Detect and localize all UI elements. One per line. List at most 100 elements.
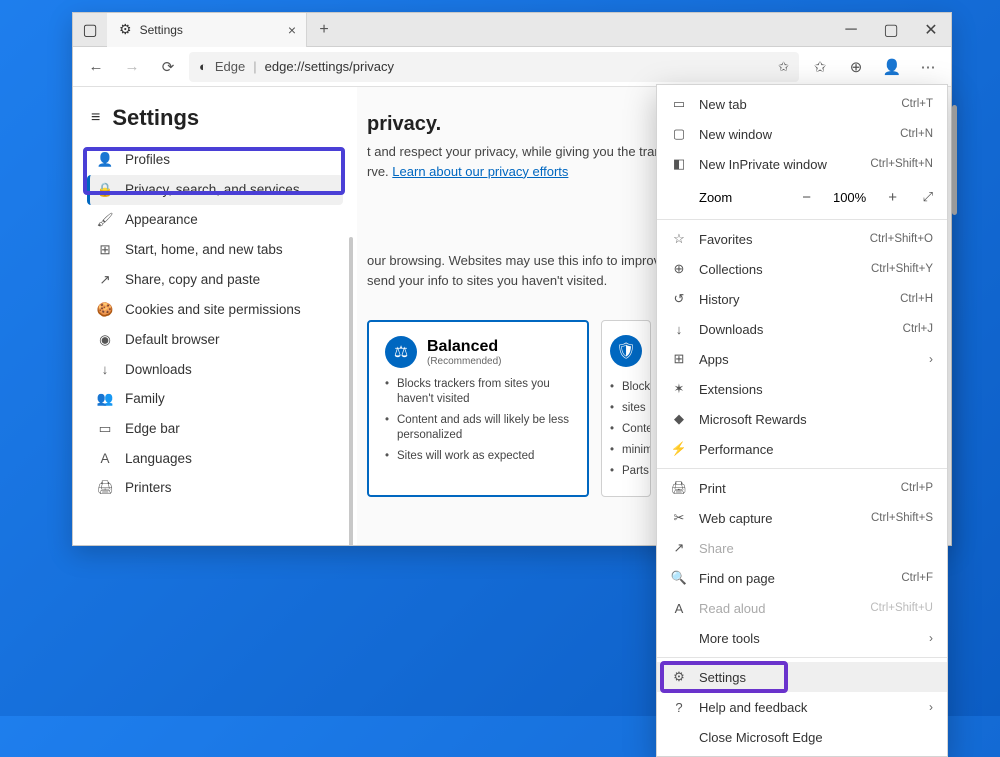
menu-item-icon: ◆ — [671, 411, 687, 427]
sidebar-item-edge-bar[interactable]: ▭Edge bar — [87, 414, 343, 444]
menu-item-apps[interactable]: ⊞Apps› — [657, 344, 947, 374]
sidebar-item-start-home-and-new-tabs[interactable]: ⊞Start, home, and new tabs — [87, 235, 343, 265]
close-window-button[interactable]: ✕ — [911, 13, 951, 47]
maximize-button[interactable]: ▢ — [871, 13, 911, 47]
nav-label: Downloads — [125, 362, 192, 377]
privacy-efforts-link[interactable]: Learn about our privacy efforts — [392, 164, 568, 179]
menu-item-icon: A — [671, 601, 687, 616]
fullscreen-icon[interactable]: ⤢ — [923, 189, 933, 205]
card-point: minim — [610, 440, 642, 461]
tab-actions-icon[interactable]: ▢ — [73, 20, 107, 40]
menu-item-find-on-page[interactable]: 🔍Find on pageCtrl+F — [657, 563, 947, 593]
sidebar-item-privacy-search-and-services[interactable]: 🔒Privacy, search, and services — [87, 175, 343, 205]
nav-icon: 🖨 — [97, 480, 113, 496]
forward-button: → — [117, 52, 147, 82]
sidebar-item-default-browser[interactable]: ◉Default browser — [87, 325, 343, 355]
sidebar-item-languages[interactable]: ALanguages — [87, 444, 343, 473]
menu-item-collections[interactable]: ⊕CollectionsCtrl+Shift+Y — [657, 254, 947, 284]
menu-item-label: Web capture — [699, 511, 772, 526]
menu-item-label: More tools — [699, 631, 760, 646]
menu-item-help-and-feedback[interactable]: ?Help and feedback› — [657, 692, 947, 722]
menu-shortcut: Ctrl+P — [901, 482, 933, 494]
menu-item-icon: ✂ — [671, 510, 687, 526]
nav-icon: ▭ — [97, 421, 113, 437]
menu-item-icon: ▭ — [671, 96, 687, 112]
sidebar-scrollbar[interactable] — [349, 237, 353, 545]
collections-icon[interactable]: ⊕ — [841, 52, 871, 82]
menu-item-new-inprivate-window[interactable]: ◧New InPrivate windowCtrl+Shift+N — [657, 149, 947, 179]
profile-avatar[interactable]: 👤 — [877, 52, 907, 82]
tracking-card-strict[interactable]: 🛡 BlocksitesConteminimParts — [601, 320, 651, 497]
menu-item-label: Close Microsoft Edge — [699, 730, 823, 745]
menu-item-icon: ↗ — [671, 540, 687, 556]
back-button[interactable]: ← — [81, 52, 111, 82]
nav-icon: 🍪 — [97, 302, 113, 318]
menu-item-extensions[interactable]: ✶Extensions — [657, 374, 947, 404]
menu-item-label: Print — [699, 481, 726, 496]
new-tab-button[interactable]: + — [307, 21, 341, 39]
sidebar-item-downloads[interactable]: ↓Downloads — [87, 355, 343, 384]
zoom-out-button[interactable]: − — [795, 189, 819, 206]
menu-item-label: Share — [699, 541, 734, 556]
menu-shortcut: Ctrl+H — [900, 293, 933, 305]
menu-item-history[interactable]: ↺HistoryCtrl+H — [657, 284, 947, 314]
nav-label: Printers — [125, 480, 172, 495]
favorites-icon[interactable]: ✩ — [805, 52, 835, 82]
menu-item-new-window[interactable]: ▢New windowCtrl+N — [657, 119, 947, 149]
menu-item-web-capture[interactable]: ✂ Web capture Ctrl+Shift+S — [657, 503, 947, 533]
nav-icon: 👥 — [97, 391, 113, 407]
menu-scrollbar[interactable] — [952, 105, 957, 215]
menu-separator — [657, 657, 947, 658]
hamburger-icon[interactable]: ≡ — [91, 109, 100, 127]
menu-item-icon: ⊞ — [671, 351, 687, 367]
sidebar-item-appearance[interactable]: 🖌Appearance — [87, 205, 343, 235]
sidebar-item-profiles[interactable]: 👤Profiles — [87, 145, 343, 175]
close-tab-icon[interactable]: × — [288, 22, 296, 38]
menu-shortcut: Ctrl+N — [900, 128, 933, 140]
sidebar-item-printers[interactable]: 🖨 Printers — [87, 473, 343, 503]
sidebar-item-share-copy-and-paste[interactable]: ↗Share, copy and paste — [87, 265, 343, 295]
nav-icon: ◉ — [97, 332, 113, 348]
menu-item-favorites[interactable]: ☆FavoritesCtrl+Shift+O — [657, 224, 947, 254]
sidebar-item-cookies-and-site-permissions[interactable]: 🍪Cookies and site permissions — [87, 295, 343, 325]
menu-item-microsoft-rewards[interactable]: ◆Microsoft Rewards — [657, 404, 947, 434]
tracking-card-balanced[interactable]: ⚖ Balanced (Recommended) Blocks trackers… — [367, 320, 589, 497]
menu-item-performance[interactable]: ⚡Performance — [657, 434, 947, 464]
menu-item-new-tab[interactable]: ▭ New tab Ctrl+T — [657, 89, 947, 119]
menu-item-label: Settings — [699, 670, 746, 685]
zoom-in-button[interactable]: + — [881, 189, 905, 206]
menu-item-icon: ↓ — [671, 322, 687, 337]
browser-tab[interactable]: ⚙ Settings × — [107, 13, 307, 47]
settings-heading: Settings — [112, 105, 199, 131]
nav-icon: ↗ — [97, 272, 113, 288]
menu-shortcut: Ctrl+T — [901, 98, 933, 110]
menu-item-close-microsoft-edge[interactable]: Close Microsoft Edge — [657, 722, 947, 752]
balance-icon: ⚖ — [385, 336, 417, 368]
chevron-right-icon: › — [929, 700, 933, 714]
chevron-right-icon: › — [929, 631, 933, 645]
refresh-button[interactable]: ⟳ — [153, 52, 183, 82]
menu-item-downloads[interactable]: ↓DownloadsCtrl+J — [657, 314, 947, 344]
edge-logo-icon: ◐ — [199, 59, 207, 74]
more-menu-button[interactable]: ⋯ — [913, 52, 943, 82]
menu-item-settings[interactable]: ⚙Settings — [657, 662, 947, 692]
address-bar[interactable]: ◐ Edge | edge://settings/privacy ✩ — [189, 52, 799, 82]
nav-icon: 🖌 — [97, 212, 113, 228]
favorite-star-icon[interactable]: ✩ — [778, 59, 789, 75]
menu-item-more-tools[interactable]: More tools › — [657, 623, 947, 653]
balanced-title: Balanced — [427, 338, 501, 356]
menu-shortcut: Ctrl+Shift+S — [871, 512, 933, 524]
menu-item-icon: ⚡ — [671, 441, 687, 457]
menu-item-label: Find on page — [699, 571, 775, 586]
menu-item-label: New InPrivate window — [699, 157, 827, 172]
menu-item-label: Apps — [699, 352, 729, 367]
sidebar-item-family[interactable]: 👥Family — [87, 384, 343, 414]
menu-item-label: Help and feedback — [699, 700, 807, 715]
menu-shortcut: Ctrl+Shift+O — [870, 233, 933, 245]
menu-shortcut: Ctrl+Shift+U — [870, 602, 933, 614]
menu-item-label: New tab — [699, 97, 747, 112]
nav-label: Privacy, search, and services — [125, 182, 300, 197]
minimize-button[interactable]: ─ — [831, 13, 871, 47]
menu-item-print[interactable]: 🖨PrintCtrl+P — [657, 473, 947, 503]
zoom-value: 100% — [831, 190, 869, 205]
